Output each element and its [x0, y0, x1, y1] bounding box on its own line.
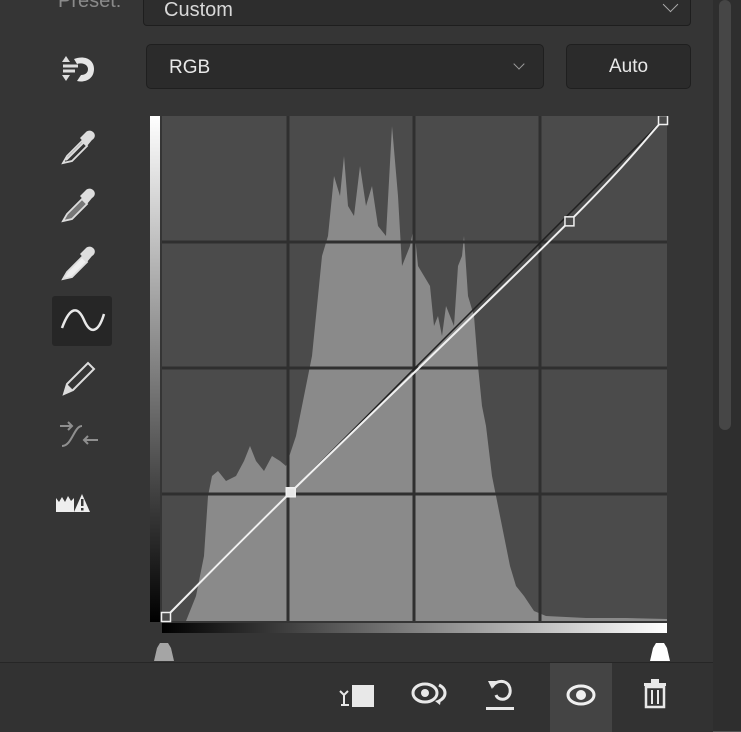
curve-control-point[interactable] — [285, 487, 296, 498]
chevron-down-icon — [513, 58, 525, 70]
visibility-eye-icon[interactable] — [550, 663, 612, 732]
target-adjust-icon[interactable] — [52, 44, 112, 94]
smooth-curve-icon[interactable] — [52, 410, 112, 460]
preset-select[interactable]: Custom — [143, 0, 691, 26]
output-gradient-bar — [150, 116, 160, 622]
preset-label: Preset: — [58, 0, 122, 12]
gray-eyedropper-icon[interactable] — [52, 178, 112, 228]
delete-icon[interactable] — [634, 663, 684, 732]
pencil-draw-icon[interactable] — [52, 352, 112, 402]
black-eyedropper-icon[interactable] — [52, 120, 112, 170]
curve-control-point[interactable] — [657, 116, 669, 126]
reset-icon[interactable] — [478, 663, 528, 732]
auto-button[interactable]: Auto — [566, 44, 691, 89]
scrollbar-thumb[interactable] — [719, 0, 731, 430]
channel-value: RGB — [169, 57, 211, 78]
channel-select[interactable]: RGB — [146, 44, 544, 89]
white-point-slider[interactable] — [650, 643, 670, 661]
chevron-down-icon — [662, 0, 679, 13]
curves-properties-panel: Preset: Custom RGB Auto — [0, 0, 713, 732]
view-previous-state-icon[interactable] — [405, 663, 455, 732]
panel-scrollbar[interactable] — [713, 0, 741, 731]
curve-control-point[interactable] — [564, 216, 575, 227]
preset-value: Custom — [164, 0, 233, 21]
clipping-warning-icon[interactable] — [52, 478, 112, 528]
bottom-toolbar — [0, 662, 713, 732]
curve-control-point[interactable] — [160, 611, 172, 623]
preset-row: Preset: Custom — [0, 0, 713, 30]
black-point-slider[interactable] — [154, 643, 174, 661]
clip-to-layer-icon[interactable] — [336, 663, 386, 732]
curve-point-icon[interactable] — [52, 296, 112, 346]
white-eyedropper-icon[interactable] — [52, 236, 112, 286]
curves-graph[interactable] — [146, 116, 674, 662]
input-gradient-bar — [162, 623, 667, 633]
